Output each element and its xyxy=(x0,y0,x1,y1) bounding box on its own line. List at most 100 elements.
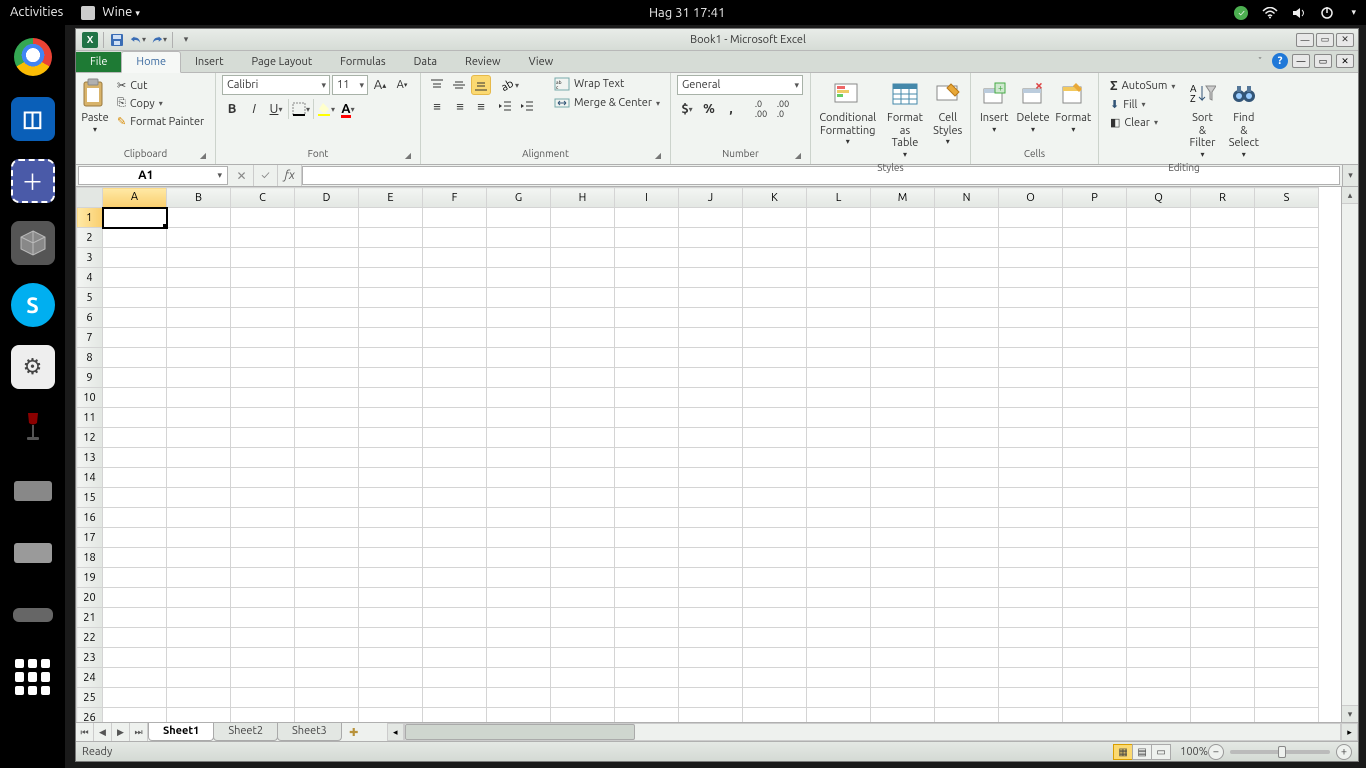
view-page-layout-button[interactable]: ▤ xyxy=(1132,744,1152,760)
cell-M17[interactable] xyxy=(871,528,935,548)
cell-D13[interactable] xyxy=(295,448,359,468)
cell-R25[interactable] xyxy=(1191,688,1255,708)
cell-A12[interactable] xyxy=(103,428,167,448)
cell-C1[interactable] xyxy=(231,208,295,228)
cell-M1[interactable] xyxy=(871,208,935,228)
cell-K3[interactable] xyxy=(743,248,807,268)
sort-filter-button[interactable]: AZ Sort & Filter ▾ xyxy=(1184,75,1220,162)
cell-Q1[interactable] xyxy=(1127,208,1191,228)
cell-F23[interactable] xyxy=(423,648,487,668)
cell-C26[interactable] xyxy=(231,708,295,723)
cell-C2[interactable] xyxy=(231,228,295,248)
row-header-10[interactable]: 10 xyxy=(77,388,103,408)
cell-I10[interactable] xyxy=(615,388,679,408)
cell-G6[interactable] xyxy=(487,308,551,328)
cell-M4[interactable] xyxy=(871,268,935,288)
name-box-input[interactable] xyxy=(79,169,213,182)
cell-D7[interactable] xyxy=(295,328,359,348)
cell-E16[interactable] xyxy=(359,508,423,528)
column-header-A[interactable]: A xyxy=(103,188,167,208)
cell-C21[interactable] xyxy=(231,608,295,628)
zoom-out-button[interactable]: − xyxy=(1208,744,1224,760)
cell-M24[interactable] xyxy=(871,668,935,688)
cell-K17[interactable] xyxy=(743,528,807,548)
zoom-in-button[interactable]: + xyxy=(1336,744,1352,760)
cell-D1[interactable] xyxy=(295,208,359,228)
cell-P23[interactable] xyxy=(1063,648,1127,668)
cell-Q2[interactable] xyxy=(1127,228,1191,248)
cell-E17[interactable] xyxy=(359,528,423,548)
paste-button[interactable]: Paste ▾ xyxy=(82,75,108,137)
cell-A14[interactable] xyxy=(103,468,167,488)
cell-S18[interactable] xyxy=(1255,548,1319,568)
cell-D16[interactable] xyxy=(295,508,359,528)
cell-K16[interactable] xyxy=(743,508,807,528)
workbook-minimize[interactable]: ― xyxy=(1292,54,1310,68)
cell-B19[interactable] xyxy=(167,568,231,588)
cell-F11[interactable] xyxy=(423,408,487,428)
dock-removable-1[interactable] xyxy=(11,469,55,513)
cell-G14[interactable] xyxy=(487,468,551,488)
cell-O25[interactable] xyxy=(999,688,1063,708)
cell-H24[interactable] xyxy=(551,668,615,688)
cell-S24[interactable] xyxy=(1255,668,1319,688)
cell-A15[interactable] xyxy=(103,488,167,508)
cell-B17[interactable] xyxy=(167,528,231,548)
cell-D17[interactable] xyxy=(295,528,359,548)
cell-J23[interactable] xyxy=(679,648,743,668)
grid[interactable]: ABCDEFGHIJKLMNOPQRS123456789101112131415… xyxy=(76,187,1341,722)
cell-G12[interactable] xyxy=(487,428,551,448)
cell-M23[interactable] xyxy=(871,648,935,668)
cell-I2[interactable] xyxy=(615,228,679,248)
row-header-17[interactable]: 17 xyxy=(77,528,103,548)
dock-removable-3[interactable] xyxy=(11,593,55,637)
cell-N12[interactable] xyxy=(935,428,999,448)
cell-H18[interactable] xyxy=(551,548,615,568)
cell-F12[interactable] xyxy=(423,428,487,448)
cell-styles-button[interactable]: Cell Styles ▾ xyxy=(931,75,964,149)
window-maximize[interactable]: ▭ xyxy=(1316,33,1334,47)
cell-N14[interactable] xyxy=(935,468,999,488)
cell-K6[interactable] xyxy=(743,308,807,328)
cell-F17[interactable] xyxy=(423,528,487,548)
qat-save[interactable] xyxy=(109,32,125,48)
cell-S4[interactable] xyxy=(1255,268,1319,288)
cell-M21[interactable] xyxy=(871,608,935,628)
cell-I4[interactable] xyxy=(615,268,679,288)
cell-D26[interactable] xyxy=(295,708,359,723)
cell-F7[interactable] xyxy=(423,328,487,348)
cell-J20[interactable] xyxy=(679,588,743,608)
excel-logo-icon[interactable]: X xyxy=(82,32,98,48)
row-header-6[interactable]: 6 xyxy=(77,308,103,328)
cell-Q20[interactable] xyxy=(1127,588,1191,608)
cell-L16[interactable] xyxy=(807,508,871,528)
row-header-3[interactable]: 3 xyxy=(77,248,103,268)
dock-wine[interactable] xyxy=(11,407,55,451)
cell-J26[interactable] xyxy=(679,708,743,723)
cell-M7[interactable] xyxy=(871,328,935,348)
cell-H23[interactable] xyxy=(551,648,615,668)
cell-S26[interactable] xyxy=(1255,708,1319,723)
cell-N3[interactable] xyxy=(935,248,999,268)
cell-C19[interactable] xyxy=(231,568,295,588)
cell-N2[interactable] xyxy=(935,228,999,248)
zoom-slider[interactable] xyxy=(1230,750,1330,754)
tab-file[interactable]: File xyxy=(76,52,121,72)
cell-R10[interactable] xyxy=(1191,388,1255,408)
cell-H22[interactable] xyxy=(551,628,615,648)
row-header-12[interactable]: 12 xyxy=(77,428,103,448)
cell-I1[interactable] xyxy=(615,208,679,228)
format-as-table-button[interactable]: Format as Table ▾ xyxy=(882,75,927,162)
row-header-18[interactable]: 18 xyxy=(77,548,103,568)
cell-S2[interactable] xyxy=(1255,228,1319,248)
row-header-15[interactable]: 15 xyxy=(77,488,103,508)
cell-Q6[interactable] xyxy=(1127,308,1191,328)
window-minimize[interactable]: ― xyxy=(1296,33,1314,47)
cell-A22[interactable] xyxy=(103,628,167,648)
cell-D4[interactable] xyxy=(295,268,359,288)
dock-removable-2[interactable] xyxy=(11,531,55,575)
cell-G26[interactable] xyxy=(487,708,551,723)
cell-O3[interactable] xyxy=(999,248,1063,268)
column-header-H[interactable]: H xyxy=(551,188,615,208)
cell-L13[interactable] xyxy=(807,448,871,468)
